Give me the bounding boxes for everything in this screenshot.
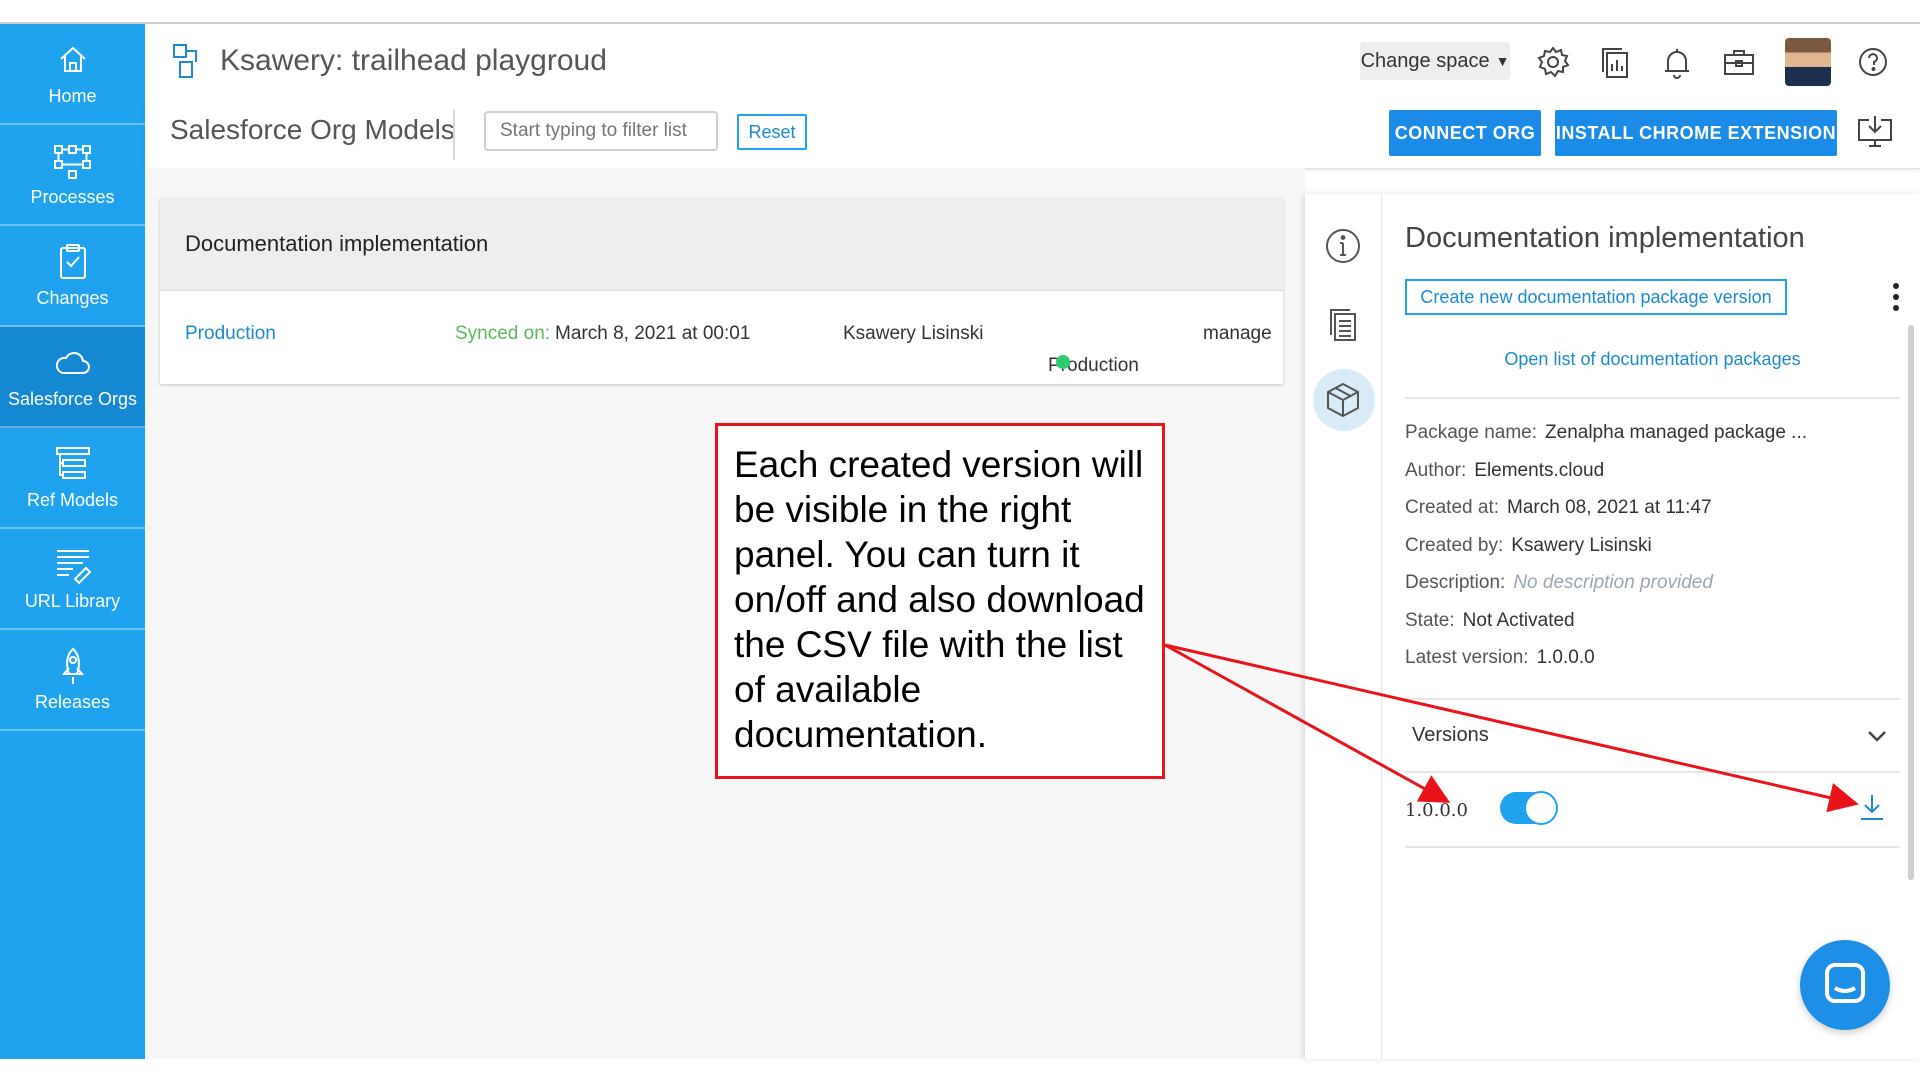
sidebar-item-ref-models[interactable]: Ref Models (0, 428, 145, 529)
status-dot (1056, 355, 1070, 369)
meta-description: Description: No description provided (1405, 572, 1713, 594)
details-panel: Documentation implementation Create new … (1305, 194, 1920, 1059)
download-icon[interactable] (1858, 792, 1886, 822)
org-row: Production Synced on: March 8, 2021 at 0… (160, 291, 1283, 383)
install-chrome-extension-button[interactable]: INSTALL CHROME EXTENSION (1555, 110, 1837, 156)
meta-author: Author: Elements.cloud (1405, 460, 1604, 482)
sidebar-item-label: Processes (30, 187, 115, 207)
sidebar-item-changes[interactable]: Changes (0, 226, 145, 327)
avatar[interactable] (1785, 38, 1831, 86)
meta-value: Elements.cloud (1474, 460, 1605, 481)
chat-launcher-button[interactable] (1800, 940, 1890, 1030)
space-logo-icon (173, 44, 197, 78)
meta-latest-version: Latest version: 1.0.0.0 (1405, 647, 1595, 669)
sidebar-item-label: URL Library (24, 591, 121, 611)
meta-created-by: Created by: Ksawery Lisinski (1405, 535, 1652, 557)
sidebar-item-url-library[interactable]: URL Library (0, 529, 145, 630)
ref-models-icon (55, 447, 90, 479)
sidebar-item-salesforce-orgs[interactable]: Salesforce Orgs (0, 327, 145, 428)
package-icon[interactable] (1323, 380, 1363, 420)
version-number: 1.0.0.0 (1405, 800, 1468, 821)
monitor-download-icon[interactable] (1855, 114, 1895, 150)
meta-state: State: Not Activated (1405, 610, 1575, 632)
change-space-dropdown[interactable]: Change space ▼ (1360, 42, 1510, 80)
panel-title: Documentation implementation (1405, 222, 1805, 254)
versions-header[interactable]: Versions (1412, 724, 1489, 747)
help-icon[interactable] (1855, 44, 1891, 80)
sidebar-item-label: Releases (34, 692, 111, 712)
meta-value: Zenalpha managed package ... (1545, 422, 1807, 443)
rocket-icon (61, 647, 84, 684)
reset-button[interactable]: Reset (737, 114, 807, 150)
meta-value: March 08, 2021 at 11:47 (1507, 497, 1712, 518)
manage-link[interactable]: manage (1203, 323, 1272, 345)
meta-package-name: Package name: Zenalpha managed package ..… (1405, 422, 1807, 444)
meta-value: Ksawery Lisinski (1511, 535, 1652, 556)
toggle-knob (1524, 791, 1558, 825)
url-library-icon (56, 550, 91, 585)
chevron-down-icon[interactable] (1865, 724, 1889, 748)
app-window: Home Processes Changes Salesforce Orgs R… (0, 0, 1920, 1080)
page-toolbar: Salesforce Org Models Reset CONNECT ORG … (145, 98, 1920, 169)
sidebar-item-releases[interactable]: Releases (0, 630, 145, 731)
chat-icon (1825, 963, 1865, 1003)
sidebar-item-label: Changes (36, 288, 109, 308)
synced-date: March 8, 2021 at 00:01 (555, 323, 751, 344)
org-card-title: Documentation implementation (160, 198, 1283, 291)
bell-icon[interactable] (1659, 44, 1695, 80)
org-card: Documentation implementation Production … (160, 198, 1283, 384)
info-icon[interactable] (1323, 226, 1363, 266)
open-packages-list-link[interactable]: Open list of documentation packages (1405, 349, 1900, 370)
app-title: Ksawery: trailhead playgroud (220, 44, 607, 77)
sidebar-item-label: Ref Models (26, 490, 119, 510)
sidebar-item-label: Salesforce Orgs (7, 389, 138, 409)
version-toggle[interactable] (1500, 791, 1558, 825)
panel-divider (1405, 771, 1900, 773)
documents-icon[interactable] (1323, 304, 1363, 344)
annotation-callout: Each created version will be visible in … (715, 423, 1165, 779)
synced-label: Synced on: (455, 323, 551, 344)
sidebar-item-home[interactable]: Home (0, 24, 145, 125)
home-icon (59, 46, 86, 72)
gear-icon[interactable] (1535, 44, 1571, 80)
panel-scrollbar[interactable] (1908, 325, 1914, 880)
sidebar-item-processes[interactable]: Processes (0, 125, 145, 226)
processes-icon (53, 145, 91, 179)
panel-divider (1405, 846, 1900, 848)
filter-input[interactable] (484, 111, 718, 151)
meta-label: Description: (1405, 572, 1506, 593)
meta-label: Package name: (1405, 422, 1538, 443)
meta-value: No description provided (1513, 572, 1713, 593)
meta-value: 1.0.0.0 (1536, 647, 1595, 668)
sidebar: Home Processes Changes Salesforce Orgs R… (0, 24, 145, 1059)
meta-label: Latest version: (1405, 647, 1529, 668)
panel-divider (1405, 397, 1900, 399)
create-package-version-button[interactable]: Create new documentation package version (1405, 279, 1787, 315)
meta-label: State: (1405, 610, 1455, 631)
connect-org-button[interactable]: CONNECT ORG (1389, 110, 1541, 156)
cloud-icon (55, 352, 90, 374)
sidebar-item-label: Home (48, 86, 97, 106)
meta-label: Author: (1405, 460, 1467, 481)
meta-label: Created at: (1405, 497, 1499, 518)
toolbar-divider (453, 110, 455, 160)
panel-rail (1305, 194, 1382, 1059)
clipboard-icon (59, 244, 86, 279)
meta-value: Not Activated (1462, 610, 1575, 631)
panel-divider (1405, 698, 1900, 700)
briefcase-icon[interactable] (1721, 44, 1757, 80)
more-options-icon[interactable] (1891, 282, 1901, 312)
documents-icon[interactable] (1597, 44, 1633, 80)
page-title: Salesforce Org Models (170, 114, 455, 145)
app-header: Ksawery: trailhead playgroud Change spac… (145, 24, 1920, 99)
meta-label: Created by: (1405, 535, 1504, 556)
org-link[interactable]: Production (185, 323, 276, 345)
change-space-label: Change space (1360, 49, 1490, 72)
org-user: Ksawery Lisinski (843, 323, 984, 344)
caret-down-icon: ▼ (1495, 53, 1510, 69)
meta-created-at: Created at: March 08, 2021 at 11:47 (1405, 497, 1712, 519)
